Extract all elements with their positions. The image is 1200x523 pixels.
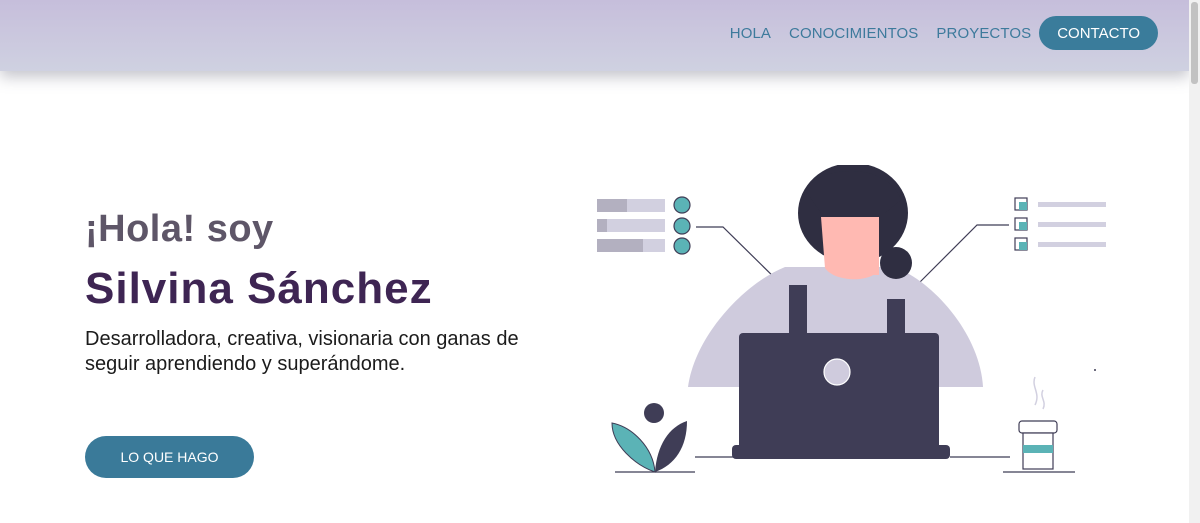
laptop-icon xyxy=(732,333,950,459)
nav-link-proyectos[interactable]: PROYECTOS xyxy=(936,25,1031,42)
top-navigation-bar: HOLA CONOCIMIENTOS PROYECTOS CONTACTO xyxy=(0,0,1189,71)
hero-greeting: ¡Hola! soy xyxy=(85,208,274,250)
hero-name: Silvina Sánchez xyxy=(85,264,433,313)
left-checklist-icon xyxy=(597,196,784,287)
right-checklist-icon xyxy=(918,197,1106,284)
contact-button[interactable]: CONTACTO xyxy=(1039,16,1158,50)
page-scrollbar[interactable] xyxy=(1189,0,1200,523)
plant-icon xyxy=(611,403,687,473)
scrollbar-thumb[interactable] xyxy=(1191,2,1198,84)
coffee-cup-icon xyxy=(1018,376,1058,470)
hero-description: Desarrolladora, creativa, visionaria con… xyxy=(85,328,519,375)
nav-link-hola[interactable]: HOLA xyxy=(730,25,771,42)
person-at-laptop-illustration xyxy=(597,165,1106,473)
main-nav: HOLA CONOCIMIENTOS PROYECTOS CONTACTO xyxy=(712,16,1158,50)
nav-link-conocimientos[interactable]: CONOCIMIENTOS xyxy=(789,25,918,42)
what-i-do-button[interactable]: LO QUE HAGO xyxy=(85,436,254,478)
